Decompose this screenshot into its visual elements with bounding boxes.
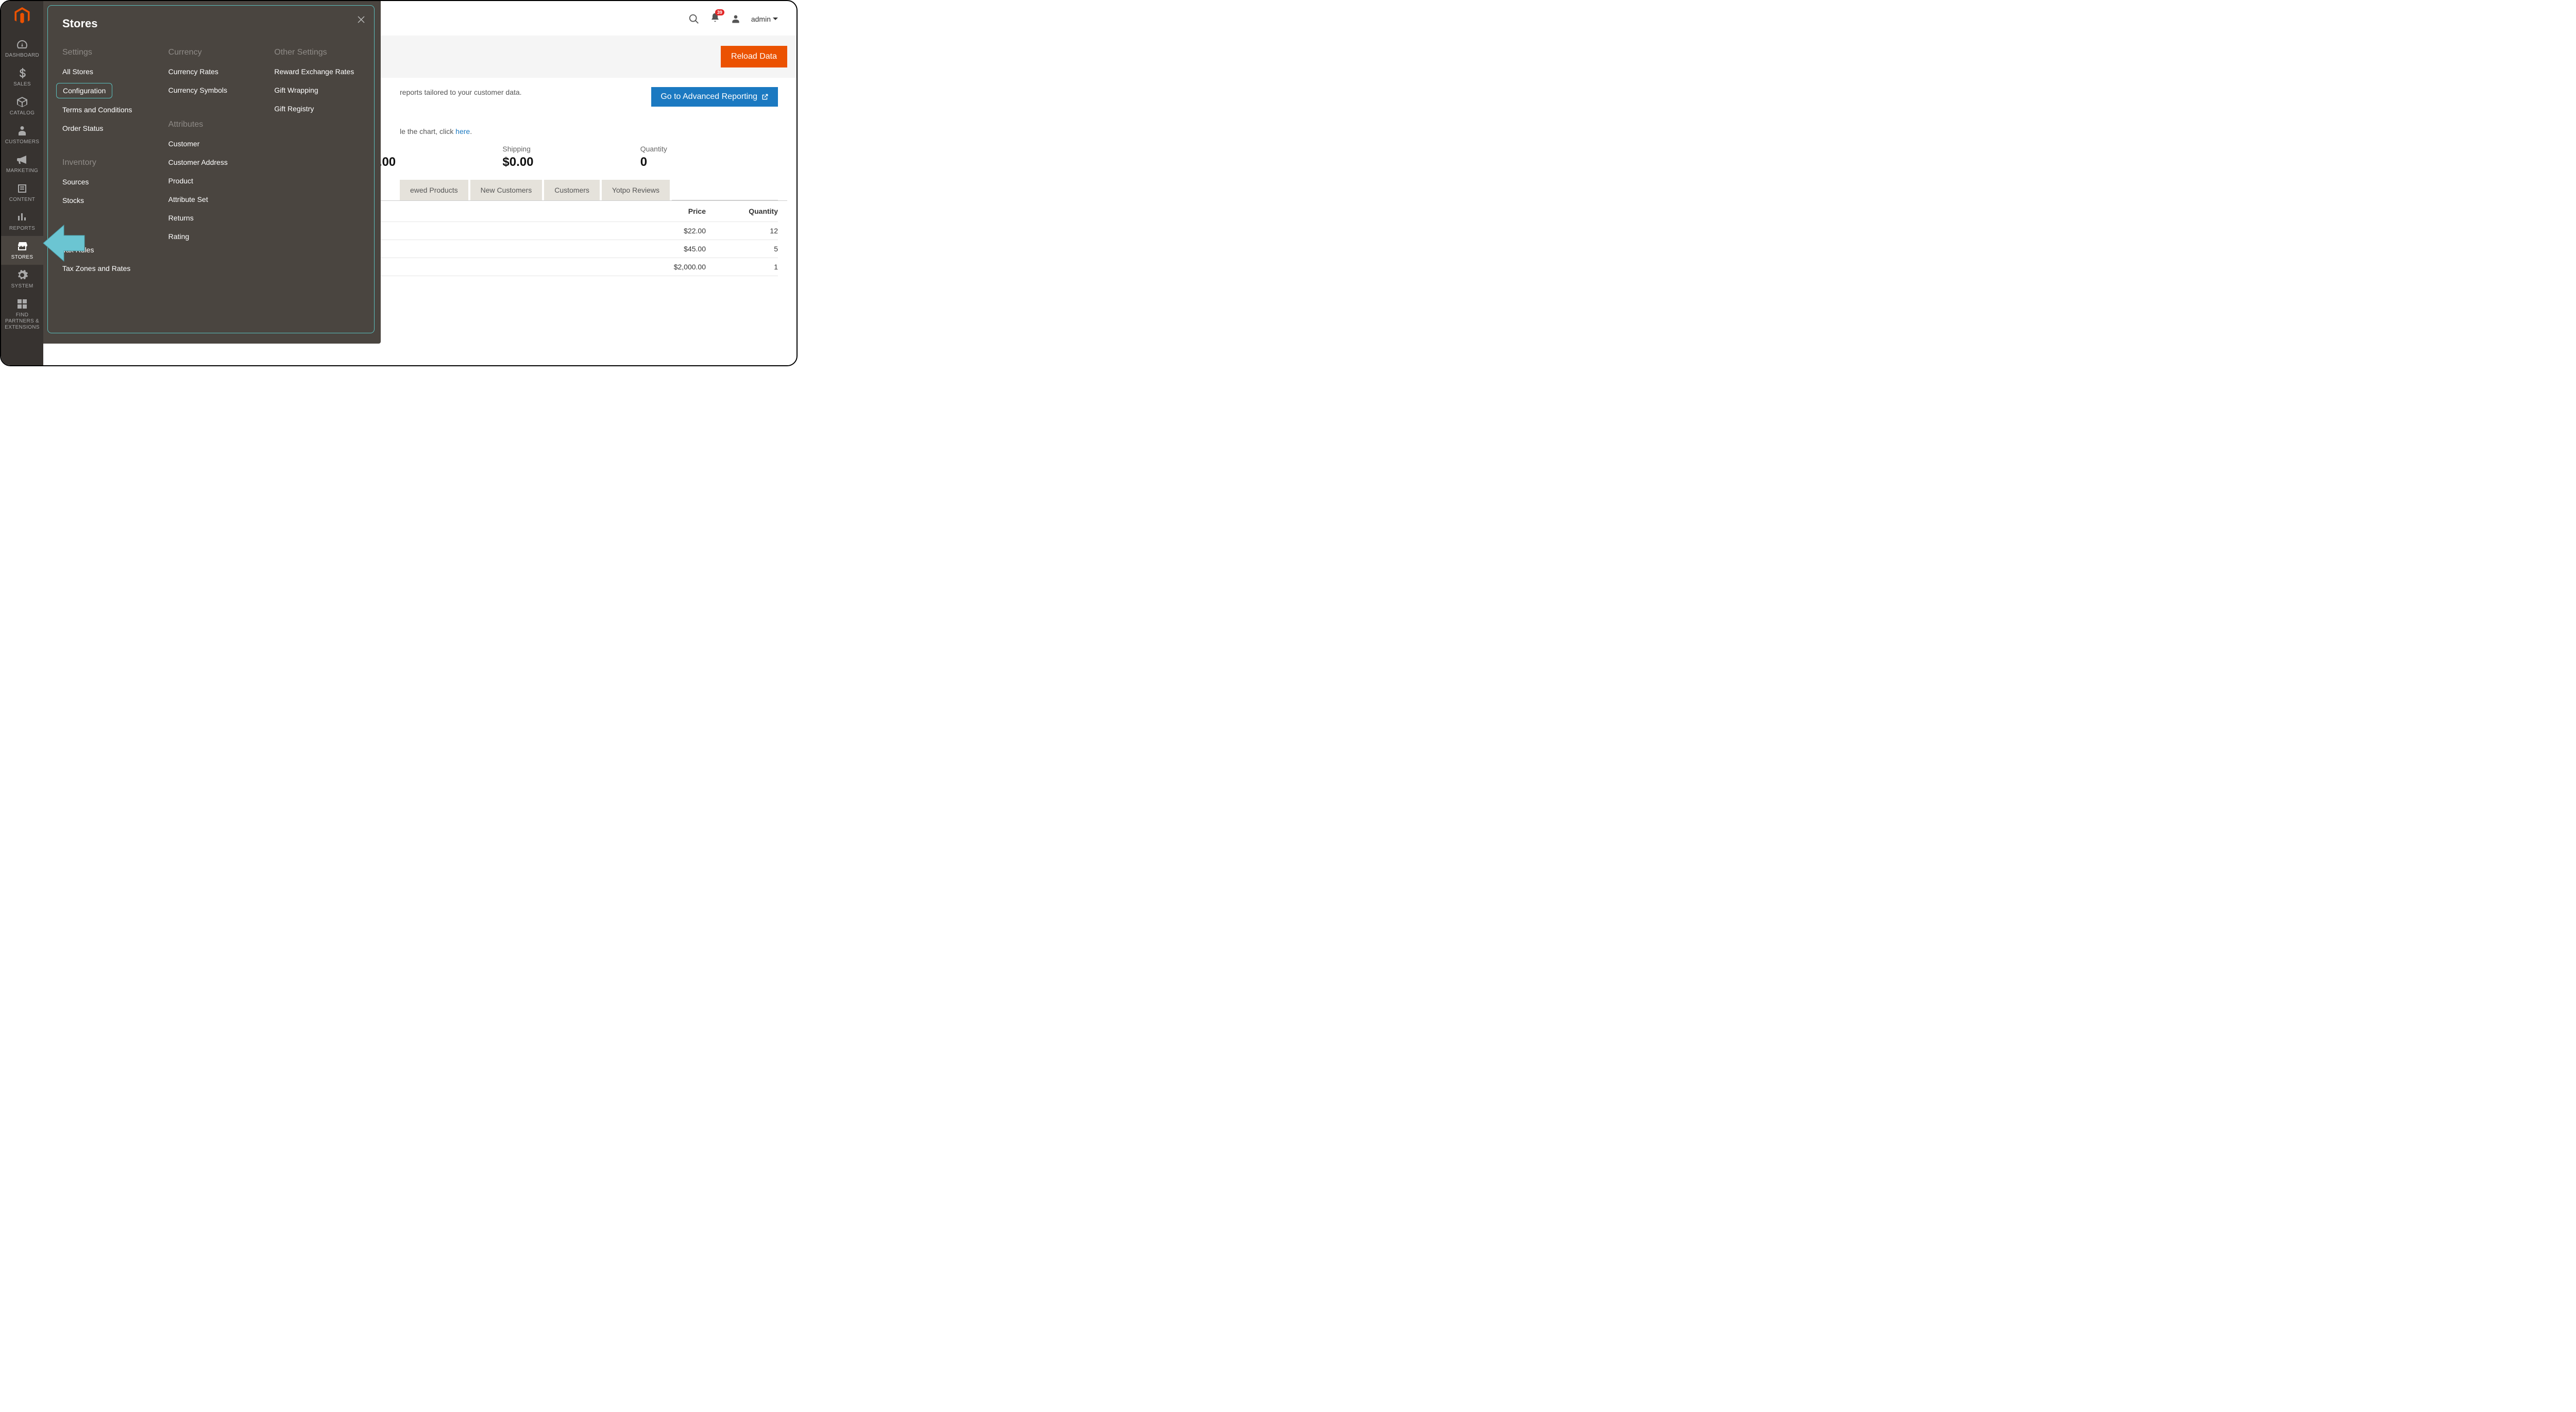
flyout-link-all-stores[interactable]: All Stores <box>62 67 148 76</box>
cell-price: $2,000.00 <box>603 263 706 271</box>
nav-label: CONTENT <box>9 197 35 203</box>
flyout-column-2: Currency Currency Rates Currency Symbols… <box>168 48 254 283</box>
blocks-icon <box>16 298 28 310</box>
column-header-quantity[interactable]: Quantity <box>706 207 778 215</box>
notifications-button[interactable]: 39 <box>710 12 720 25</box>
cell-quantity: 5 <box>706 245 778 253</box>
pages-icon <box>16 182 28 195</box>
admin-sidebar: DASHBOARD SALES CATALOG CUSTOMERS MARKET… <box>1 1 43 365</box>
tab-new-customers[interactable]: New Customers <box>470 180 543 200</box>
admin-account-dropdown[interactable]: admin <box>751 15 778 23</box>
flyout-link-configuration[interactable]: Configuration <box>56 83 112 98</box>
nav-label: MARKETING <box>6 168 38 174</box>
nav-label: STORES <box>11 254 33 261</box>
bars-icon <box>16 211 28 224</box>
chevron-down-icon <box>773 16 778 22</box>
admin-username: admin <box>751 15 771 23</box>
nav-label: SYSTEM <box>11 283 33 290</box>
stat-value: $0.00 <box>502 155 640 169</box>
stat-shipping: Shipping $0.00 <box>502 145 640 169</box>
nav-label: SALES <box>13 81 31 88</box>
flyout-section-other: Other Settings <box>274 48 360 57</box>
notification-count-badge: 39 <box>715 9 724 15</box>
reload-data-button[interactable]: Reload Data <box>721 46 787 67</box>
close-icon[interactable] <box>357 15 366 24</box>
tab-yotpo-reviews[interactable]: Yotpo Reviews <box>602 180 670 200</box>
nav-marketing[interactable]: MARKETING <box>1 149 43 178</box>
flyout-section-settings: Settings <box>62 48 148 57</box>
flyout-section-currency: Currency <box>168 48 254 57</box>
storefront-icon <box>16 240 28 252</box>
advanced-reporting-label: Go to Advanced Reporting <box>660 92 757 101</box>
nav-label: FIND PARTNERS & EXTENSIONS <box>1 312 43 331</box>
nav-catalog[interactable]: CATALOG <box>1 92 43 121</box>
nav-sales[interactable]: SALES <box>1 63 43 92</box>
flyout-link-attr-set[interactable]: Attribute Set <box>168 195 254 203</box>
box-icon <box>16 96 28 108</box>
nav-system[interactable]: SYSTEM <box>1 265 43 294</box>
nav-reports[interactable]: REPORTS <box>1 207 43 236</box>
gear-icon <box>16 269 28 281</box>
advanced-reporting-button[interactable]: Go to Advanced Reporting <box>651 87 778 107</box>
magento-logo-icon <box>13 7 31 25</box>
nav-label: CUSTOMERS <box>5 139 39 145</box>
flyout-link-attr-rating[interactable]: Rating <box>168 232 254 241</box>
flyout-section-inventory: Inventory <box>62 158 148 167</box>
flyout-section-attributes: Attributes <box>168 120 254 129</box>
chart-enable-link[interactable]: here <box>455 127 470 135</box>
stat-label: Tax <box>365 145 502 153</box>
cell-price: $45.00 <box>603 245 706 253</box>
nav-label: REPORTS <box>9 226 35 232</box>
flyout-column-3: Other Settings Reward Exchange Rates Gif… <box>274 48 360 283</box>
tab-viewed-products[interactable]: ewed Products <box>400 180 468 200</box>
cell-price: $22.00 <box>603 227 706 235</box>
cell-quantity: 1 <box>706 263 778 271</box>
nav-stores[interactable]: STORES <box>1 236 43 265</box>
stat-label: Quantity <box>640 145 778 153</box>
stat-tax: Tax $0.00 <box>365 145 502 169</box>
stat-value: $0.00 <box>365 155 502 169</box>
flyout-title: Stores <box>62 17 360 30</box>
flyout-link-attr-product[interactable]: Product <box>168 177 254 185</box>
cell-quantity: 12 <box>706 227 778 235</box>
nav-label: CATALOG <box>10 110 35 116</box>
flyout-link-gift-registry[interactable]: Gift Registry <box>274 105 360 113</box>
dollar-icon <box>16 67 28 79</box>
nav-customers[interactable]: CUSTOMERS <box>1 121 43 149</box>
flyout-link-reward-rates[interactable]: Reward Exchange Rates <box>274 67 360 76</box>
tab-customers[interactable]: Customers <box>544 180 600 200</box>
stat-label: Shipping <box>502 145 640 153</box>
column-header-price[interactable]: Price <box>603 207 706 215</box>
stores-flyout-menu: Stores Settings All Stores Configuration… <box>43 1 381 344</box>
flyout-link-stocks[interactable]: Stocks <box>62 196 148 205</box>
gauge-icon <box>16 38 28 50</box>
stat-value: 0 <box>640 155 778 169</box>
stat-quantity: Quantity 0 <box>640 145 778 169</box>
flyout-link-sources[interactable]: Sources <box>62 178 148 186</box>
nav-dashboard[interactable]: DASHBOARD <box>1 34 43 63</box>
flyout-link-gift-wrapping[interactable]: Gift Wrapping <box>274 86 360 94</box>
search-icon[interactable] <box>688 13 700 25</box>
user-icon <box>731 14 741 24</box>
flyout-link-terms[interactable]: Terms and Conditions <box>62 106 148 114</box>
flyout-link-attr-customer[interactable]: Customer <box>168 140 254 148</box>
flyout-link-currency-symbols[interactable]: Currency Symbols <box>168 86 254 94</box>
flyout-link-attr-returns[interactable]: Returns <box>168 214 254 222</box>
nav-content[interactable]: CONTENT <box>1 178 43 207</box>
annotation-arrow-icon <box>38 217 90 269</box>
megaphone-icon <box>16 154 28 166</box>
nav-partners[interactable]: FIND PARTNERS & EXTENSIONS <box>1 294 43 335</box>
flyout-link-attr-customer-address[interactable]: Customer Address <box>168 158 254 166</box>
nav-label: DASHBOARD <box>5 53 39 59</box>
flyout-link-currency-rates[interactable]: Currency Rates <box>168 67 254 76</box>
external-link-icon <box>761 93 769 100</box>
flyout-link-order-status[interactable]: Order Status <box>62 124 148 132</box>
person-icon <box>16 125 28 137</box>
